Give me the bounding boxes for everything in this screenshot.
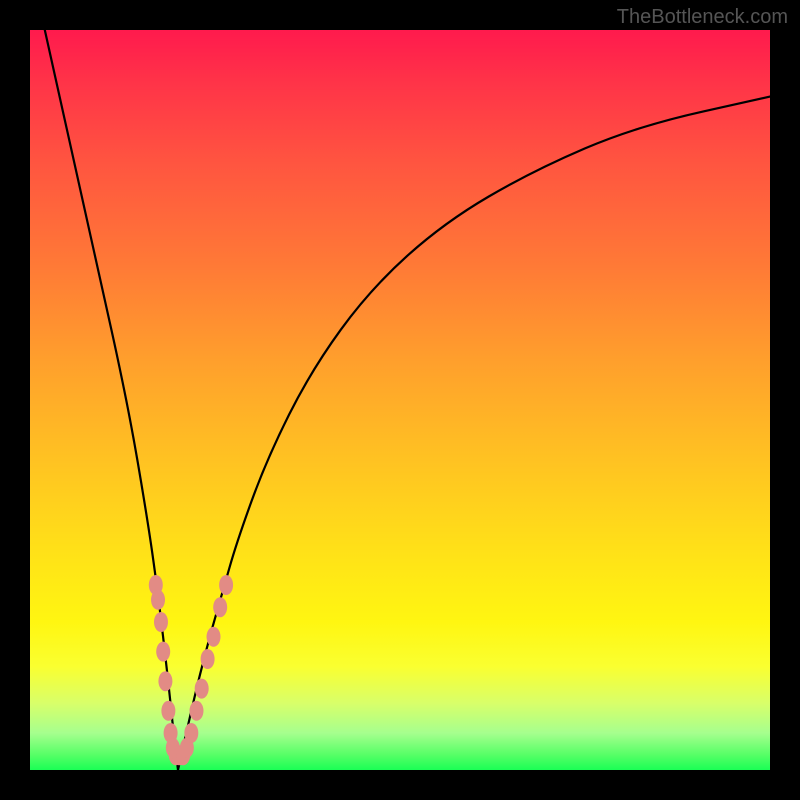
curve-left-curve	[45, 30, 178, 770]
marker-point	[207, 627, 221, 647]
marker-point	[161, 701, 175, 721]
marker-point	[156, 642, 170, 662]
curve-right-curve	[178, 97, 770, 770]
marker-point	[184, 723, 198, 743]
marker-point	[213, 597, 227, 617]
marker-point	[201, 649, 215, 669]
chart-svg	[30, 30, 770, 770]
marker-point	[219, 575, 233, 595]
marker-point	[154, 612, 168, 632]
plot-area	[30, 30, 770, 770]
marker-point	[195, 679, 209, 699]
watermark-text: TheBottleneck.com	[617, 6, 788, 29]
marker-point	[190, 701, 204, 721]
chart-frame: TheBottleneck.com	[0, 0, 800, 800]
marker-point	[158, 671, 172, 691]
marker-point	[151, 590, 165, 610]
